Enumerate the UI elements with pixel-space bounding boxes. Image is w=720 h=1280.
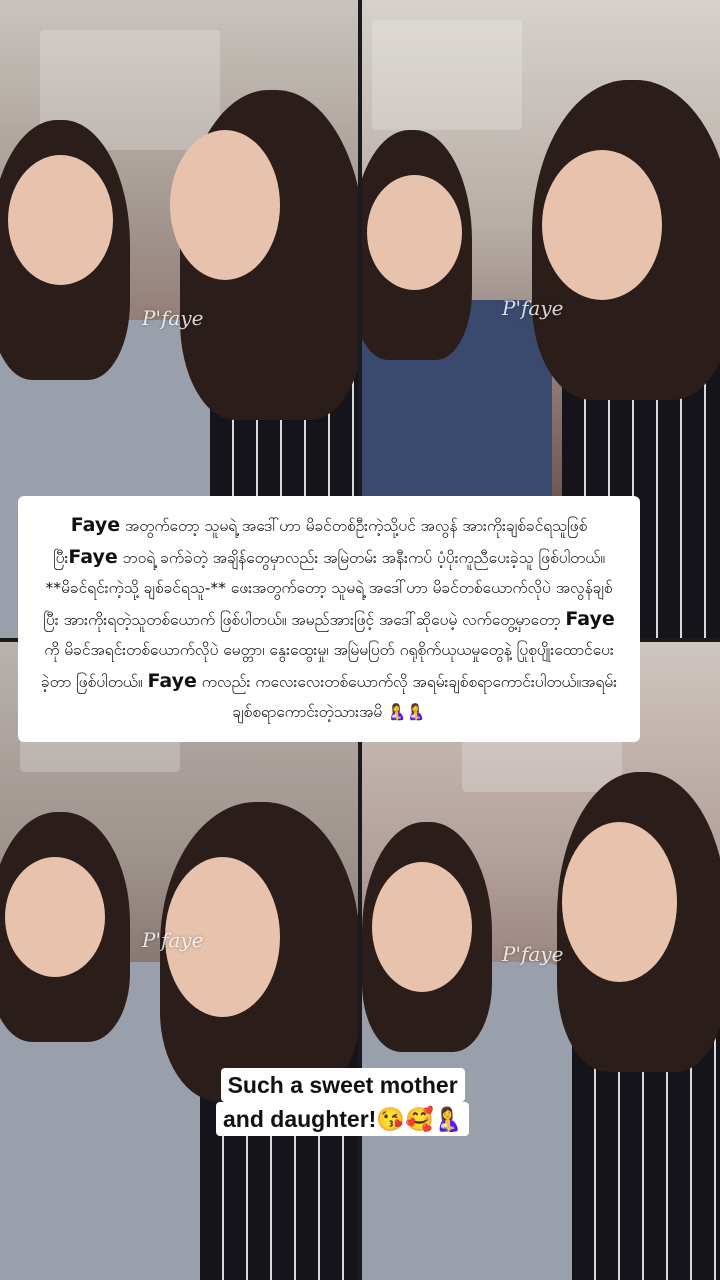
person-face <box>8 155 113 285</box>
caption-name: Faye <box>565 607 615 630</box>
background-shelf <box>372 20 522 130</box>
caption-text-box: Faye အတွက်တော့ သူမရဲ့ အဒေါ်ဟာ မိခင်တစ်ဦး… <box>18 496 640 742</box>
subtitle: Such a sweet mother and daughter!😘🥰🤱 <box>216 1068 470 1136</box>
watermark: P'faye <box>502 296 564 320</box>
watermark: P'faye <box>142 928 204 952</box>
watermark: P'faye <box>502 942 564 966</box>
watermark: P'faye <box>142 306 204 330</box>
person-face <box>5 857 105 977</box>
person-face <box>367 175 462 290</box>
subtitle-line-1: Such a sweet mother <box>220 1068 465 1102</box>
person-face <box>542 150 662 300</box>
caption-text: ဘဝရဲ့ ခက်ခဲတဲ့ အချိန်တွေမှာလည်း အမြဲတမ်း… <box>43 548 613 629</box>
caption-text: ကလည်း ကလေးလေးတစ်ယောက်လို အရမ်းချစ်စရာကော… <box>196 672 618 722</box>
person-face <box>372 862 472 992</box>
person-face <box>562 822 677 982</box>
caption-name: Faye <box>147 669 197 692</box>
caption-name: Faye <box>70 514 121 536</box>
caption-name: Faye <box>68 545 118 568</box>
subtitle-line-2: and daughter!😘🥰🤱 <box>216 1102 470 1136</box>
person-face <box>170 130 280 280</box>
